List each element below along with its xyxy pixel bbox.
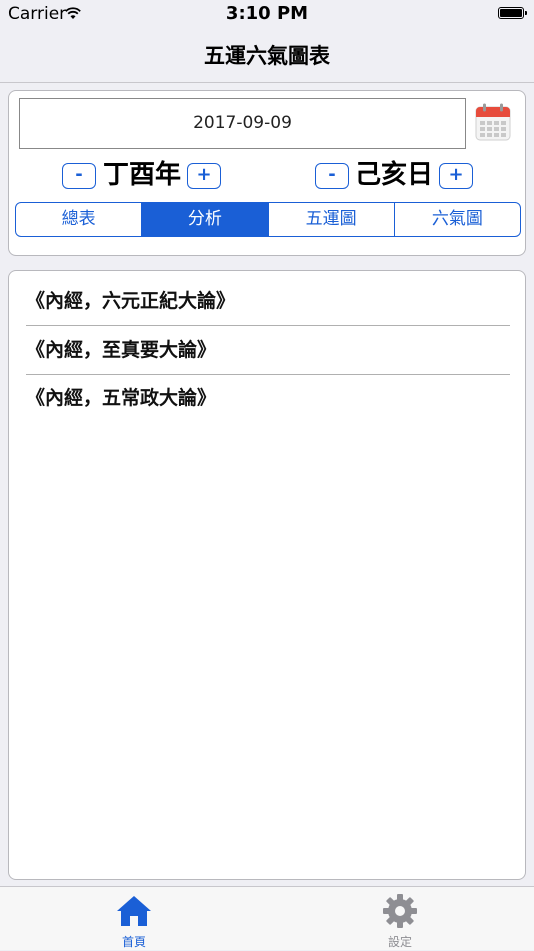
tab-home[interactable]: 首頁 xyxy=(74,887,194,951)
calendar-icon[interactable] xyxy=(475,103,511,141)
tab-home-label: 首頁 xyxy=(121,935,146,949)
day-plus-button[interactable]: + xyxy=(439,163,473,189)
list-item[interactable]: 《內經，六元正紀大論》 xyxy=(26,271,510,319)
date-controls-panel: 2017-09-09 - 丁酉年 + - 己亥日 + 總表 分析 五運圖 六氣圖 xyxy=(8,90,526,256)
view-segmented-control: 總表 分析 五運圖 六氣圖 xyxy=(15,202,521,237)
page-title: 五運六氣圖表 xyxy=(204,44,330,68)
tab-settings-label: 設定 xyxy=(387,935,412,949)
gear-icon xyxy=(383,894,417,928)
tab-settings[interactable]: 設定 xyxy=(340,887,460,951)
year-ganzhi-label: 丁酉年 xyxy=(103,160,182,190)
day-minus-button[interactable]: - xyxy=(315,163,349,189)
list-item[interactable]: 《內經，五常政大論》 xyxy=(26,368,510,416)
status-time: 3:10 PM xyxy=(225,3,309,24)
segment-five-movements[interactable]: 五運圖 xyxy=(267,203,394,236)
segment-summary[interactable]: 總表 xyxy=(16,203,141,236)
date-field[interactable]: 2017-09-09 xyxy=(19,98,466,149)
list-item[interactable]: 《內經，至真要大論》 xyxy=(26,320,510,368)
segment-analysis[interactable]: 分析 xyxy=(141,203,268,236)
reference-list: 《內經，六元正紀大論》 《內經，至真要大論》 《內經，五常政大論》 xyxy=(8,270,526,880)
tab-bar: 首頁 設定 xyxy=(0,886,534,950)
nav-divider xyxy=(0,82,534,83)
home-icon xyxy=(117,896,151,926)
year-plus-button[interactable]: + xyxy=(187,163,221,189)
battery-icon xyxy=(498,7,527,19)
day-ganzhi-label: 己亥日 xyxy=(355,160,434,190)
segment-six-qi[interactable]: 六氣圖 xyxy=(393,203,520,236)
year-minus-button[interactable]: - xyxy=(62,163,96,189)
status-bar: Carrier 3:10 PM xyxy=(0,0,534,30)
